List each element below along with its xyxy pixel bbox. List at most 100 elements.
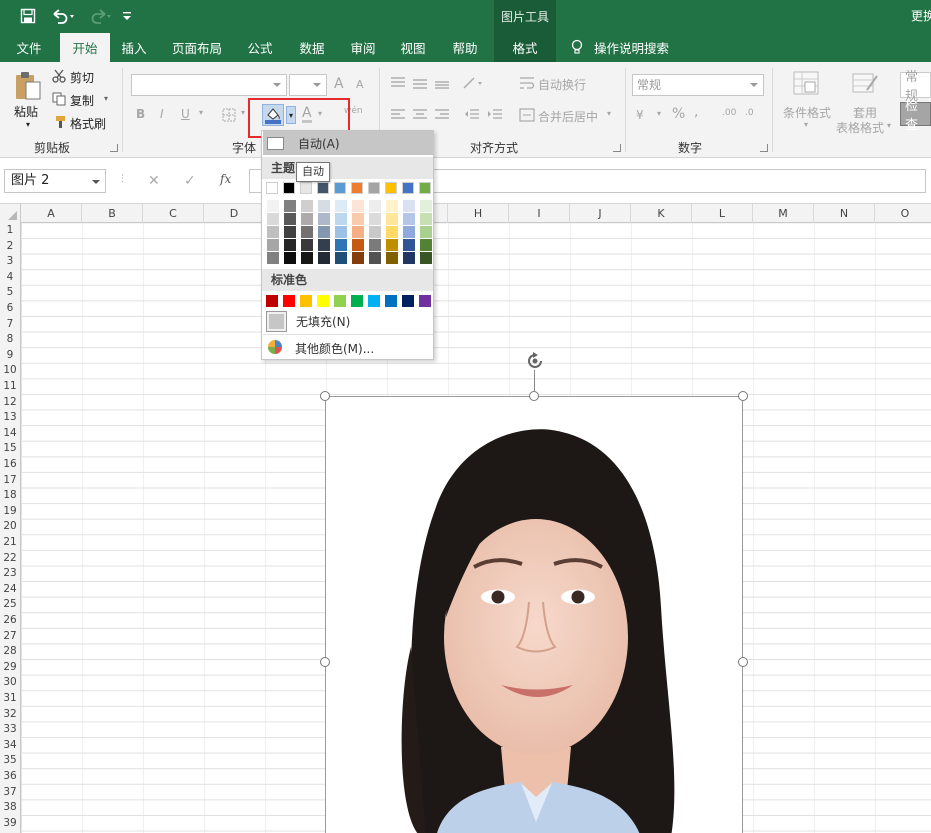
resize-handle-left[interactable]	[320, 657, 330, 667]
theme-shade-swatch[interactable]	[284, 213, 296, 225]
name-box[interactable]: 图片 2	[4, 169, 106, 193]
row-header[interactable]: 18	[0, 488, 20, 504]
theme-shade-swatch[interactable]	[369, 226, 381, 238]
tab-data[interactable]: 数据	[290, 33, 334, 62]
shrink-font-button[interactable]: A	[356, 78, 364, 91]
row-header[interactable]: 38	[0, 800, 20, 816]
tab-insert[interactable]: 插入	[112, 33, 156, 62]
style-check-cell[interactable]: 检查	[900, 99, 931, 133]
theme-shade-swatch[interactable]	[267, 252, 279, 264]
row-header[interactable]: 11	[0, 379, 20, 395]
resize-handle-top-left[interactable]	[320, 391, 330, 401]
theme-color-swatch[interactable]	[368, 182, 380, 194]
theme-shade-swatch[interactable]	[386, 200, 398, 212]
row-header[interactable]: 39	[0, 816, 20, 832]
align-top-icon[interactable]	[390, 76, 406, 90]
row-header[interactable]: 35	[0, 753, 20, 769]
row-header[interactable]: 21	[0, 535, 20, 551]
standard-color-swatch[interactable]	[402, 295, 414, 307]
theme-shade-swatch[interactable]	[267, 239, 279, 251]
row-header[interactable]: 30	[0, 675, 20, 691]
column-header[interactable]: M	[753, 204, 814, 223]
align-middle-icon[interactable]	[412, 76, 428, 90]
cut-icon[interactable]	[52, 69, 66, 83]
tab-file[interactable]: 文件	[6, 33, 52, 62]
column-header[interactable]: A	[21, 204, 82, 223]
borders-icon[interactable]	[222, 108, 236, 122]
row-header[interactable]: 17	[0, 473, 20, 489]
percent-button[interactable]: %	[672, 106, 685, 122]
enter-entry-icon[interactable]: ✓	[184, 173, 196, 189]
theme-shade-swatch[interactable]	[403, 200, 415, 212]
increase-indent-icon[interactable]	[487, 108, 503, 122]
theme-color-swatch[interactable]	[283, 182, 295, 194]
row-header[interactable]: 22	[0, 551, 20, 567]
row-header[interactable]: 7	[0, 317, 20, 333]
decrease-indent-icon[interactable]	[464, 108, 480, 122]
theme-shade-swatch[interactable]	[301, 200, 313, 212]
theme-shade-swatch[interactable]	[352, 239, 364, 251]
change-label[interactable]: 更换	[911, 7, 931, 24]
theme-shade-swatch[interactable]	[301, 252, 313, 264]
format-table-dropdown-icon[interactable]: ▾	[887, 121, 891, 130]
italic-button[interactable]: I	[160, 107, 164, 121]
insert-function-icon[interactable]: fx	[220, 172, 231, 186]
tab-view[interactable]: 视图	[391, 33, 435, 62]
row-header[interactable]: 10	[0, 363, 20, 379]
merge-center-icon[interactable]	[519, 108, 535, 122]
merge-center-button[interactable]: 合并后居中	[538, 108, 598, 125]
row-header[interactable]: 20	[0, 519, 20, 535]
theme-shade-swatch[interactable]	[318, 213, 330, 225]
theme-shade-swatch[interactable]	[267, 200, 279, 212]
save-icon[interactable]	[16, 5, 40, 27]
row-header[interactable]: 37	[0, 785, 20, 801]
theme-shade-swatch[interactable]	[386, 213, 398, 225]
theme-shade-swatch[interactable]	[420, 239, 432, 251]
row-header[interactable]: 28	[0, 644, 20, 660]
theme-color-swatch[interactable]	[317, 182, 329, 194]
column-header[interactable]: K	[631, 204, 692, 223]
currency-format-button[interactable]: ¥	[636, 108, 644, 122]
theme-shade-swatch[interactable]	[403, 252, 415, 264]
conditional-formatting-icon[interactable]	[792, 70, 820, 98]
theme-shade-swatch[interactable]	[420, 200, 432, 212]
theme-shade-swatch[interactable]	[318, 226, 330, 238]
underline-button[interactable]: U	[181, 107, 190, 121]
theme-shade-swatch[interactable]	[386, 239, 398, 251]
row-header[interactable]: 29	[0, 660, 20, 676]
merge-dropdown-icon[interactable]: ▾	[607, 109, 611, 118]
tab-format[interactable]: 格式	[494, 33, 556, 62]
theme-shade-swatch[interactable]	[284, 239, 296, 251]
theme-shade-swatch[interactable]	[301, 213, 313, 225]
row-header[interactable]: 2	[0, 239, 20, 255]
comma-button[interactable]: ,	[694, 104, 698, 120]
conditional-formatting-button[interactable]: 条件格式	[783, 104, 831, 121]
select-all-corner[interactable]	[0, 204, 21, 223]
theme-shade-swatch[interactable]	[284, 200, 296, 212]
tab-formulas[interactable]: 公式	[238, 33, 282, 62]
font-size-combo[interactable]	[289, 74, 327, 96]
grow-font-button[interactable]: A	[334, 76, 344, 92]
theme-shade-swatch[interactable]	[284, 252, 296, 264]
theme-color-swatch[interactable]	[385, 182, 397, 194]
column-header[interactable]: O	[875, 204, 931, 223]
column-header[interactable]: D	[204, 204, 265, 223]
auto-color-item[interactable]: 自动(A)	[263, 131, 433, 155]
row-header[interactable]: 36	[0, 769, 20, 785]
column-header[interactable]: N	[814, 204, 875, 223]
theme-shade-swatch[interactable]	[318, 252, 330, 264]
row-header[interactable]: 27	[0, 629, 20, 645]
theme-shade-swatch[interactable]	[352, 213, 364, 225]
tab-home[interactable]: 开始	[60, 33, 110, 62]
row-header[interactable]: 9	[0, 348, 20, 364]
theme-shade-swatch[interactable]	[403, 226, 415, 238]
redo-icon[interactable]	[84, 5, 114, 27]
theme-shade-swatch[interactable]	[335, 239, 347, 251]
column-header[interactable]: B	[82, 204, 143, 223]
theme-shade-swatch[interactable]	[420, 252, 432, 264]
theme-shade-swatch[interactable]	[352, 252, 364, 264]
theme-shade-swatch[interactable]	[335, 200, 347, 212]
resize-handle-top[interactable]	[529, 391, 539, 401]
theme-shade-swatch[interactable]	[301, 239, 313, 251]
row-header[interactable]: 12	[0, 395, 20, 411]
